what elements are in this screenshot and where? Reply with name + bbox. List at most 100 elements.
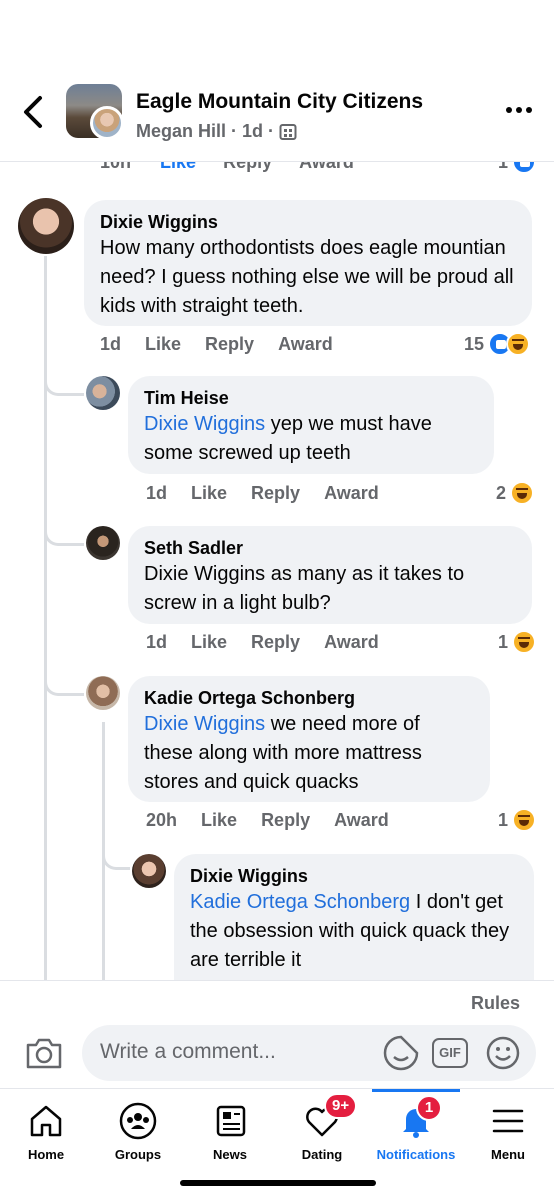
tab-notifications[interactable]: 1 Notifications xyxy=(370,1089,462,1169)
tab-home[interactable]: Home xyxy=(0,1089,92,1169)
reaction-count: 1 xyxy=(498,631,509,652)
haha-reaction-icon xyxy=(506,332,531,356)
haha-reaction-icon xyxy=(512,808,537,832)
reply-button[interactable]: Reply xyxy=(251,632,300,653)
previous-like-button[interactable]: Like xyxy=(160,162,196,172)
like-button[interactable]: Like xyxy=(191,483,227,504)
back-arrow-icon[interactable] xyxy=(18,92,50,132)
avatar[interactable] xyxy=(18,198,74,254)
avatar[interactable] xyxy=(86,526,120,560)
tab-label: Menu xyxy=(491,1147,525,1162)
mention-link[interactable]: Kadie Ortega Schonberg xyxy=(190,891,410,913)
reply-connector xyxy=(102,844,130,870)
menu-icon xyxy=(492,1109,524,1133)
tab-menu[interactable]: Menu xyxy=(462,1089,554,1169)
comment-input[interactable]: Write a comment... GIF xyxy=(82,1025,536,1081)
sticker-icon[interactable] xyxy=(382,1034,420,1072)
reaction-count: 15 xyxy=(464,333,485,354)
comment-actions: 1d Like Reply Award xyxy=(100,334,333,355)
previous-award-button[interactable]: Award xyxy=(299,162,354,172)
comment-text: Kadie Ortega Schonberg I don't get the o… xyxy=(190,888,518,975)
reply-connector xyxy=(44,368,84,396)
more-options-icon[interactable] xyxy=(504,100,534,120)
home-indicator xyxy=(180,1180,376,1186)
comment-text: How many orthodontists does eagle mounti… xyxy=(100,237,514,317)
comment-actions: 1d Like Reply Award xyxy=(146,483,379,504)
post-meta: Megan Hill · 1d · xyxy=(136,121,297,142)
comment-bubble: Tim Heise Dixie Wiggins yep we must have… xyxy=(128,376,494,474)
haha-reaction-icon xyxy=(510,481,535,505)
comment-author[interactable]: Dixie Wiggins xyxy=(100,210,516,234)
previous-reaction-count: 1 xyxy=(498,162,509,172)
haha-reaction-icon xyxy=(512,630,537,654)
post-author[interactable]: Megan Hill xyxy=(136,121,226,142)
dating-badge: 9+ xyxy=(324,1093,358,1119)
gif-icon[interactable]: GIF xyxy=(432,1038,468,1068)
comment-text: Dixie Wiggins yep we must have some scre… xyxy=(144,410,478,468)
home-icon xyxy=(30,1105,62,1137)
reply-connector xyxy=(44,516,84,546)
comment-author[interactable]: Seth Sadler xyxy=(144,536,516,560)
tab-label: Home xyxy=(27,1147,65,1162)
comment-bubble: Dixie Wiggins How many orthodontists doe… xyxy=(84,200,532,326)
tab-label: Dating xyxy=(301,1147,343,1162)
avatar[interactable] xyxy=(86,676,120,710)
award-button[interactable]: Award xyxy=(324,483,379,504)
camera-icon[interactable] xyxy=(24,1035,64,1071)
comment-time[interactable]: 1d xyxy=(146,632,167,653)
post-header: Eagle Mountain City Citizens Megan Hill … xyxy=(0,0,554,162)
rules-link[interactable]: Rules xyxy=(471,993,520,1014)
tab-label: News xyxy=(213,1147,247,1162)
separator: · xyxy=(231,121,238,141)
tab-dating[interactable]: 9+ Dating xyxy=(276,1089,368,1169)
comment-bubble: Kadie Ortega Schonberg Dixie Wiggins we … xyxy=(128,676,490,802)
comment-text: Dixie Wiggins we need more of these alon… xyxy=(144,710,474,797)
mention-link[interactable]: Dixie Wiggins xyxy=(144,413,265,435)
award-button[interactable]: Award xyxy=(324,632,379,653)
reaction-count: 1 xyxy=(498,809,509,830)
tab-label: Notifications xyxy=(376,1147,456,1162)
comment-bubble: Dixie Wiggins Kadie Ortega Schonberg I d… xyxy=(174,854,534,980)
avatar[interactable] xyxy=(86,376,120,410)
comment-thread: 10h Like Reply Award 1 Dixie Wiggins How… xyxy=(0,162,554,980)
comment-author[interactable]: Tim Heise xyxy=(144,386,478,410)
comment-author[interactable]: Dixie Wiggins xyxy=(190,864,518,888)
avatar[interactable] xyxy=(132,854,166,888)
groups-icon xyxy=(119,1102,157,1140)
reply-button[interactable]: Reply xyxy=(261,810,310,831)
tab-news[interactable]: News xyxy=(184,1089,276,1169)
group-name[interactable]: Eagle Mountain City Citizens xyxy=(136,90,423,114)
group-privacy-icon xyxy=(279,123,297,140)
reaction-summary[interactable]: 15 xyxy=(464,332,531,356)
separator: · xyxy=(268,121,275,141)
comment-time[interactable]: 1d xyxy=(146,483,167,504)
reaction-summary[interactable]: 2 xyxy=(496,481,535,505)
like-button[interactable]: Like xyxy=(201,810,237,831)
reaction-count: 2 xyxy=(496,482,507,503)
author-avatar[interactable] xyxy=(90,106,124,140)
comment-author[interactable]: Kadie Ortega Schonberg xyxy=(144,686,474,710)
like-reaction-icon xyxy=(512,162,536,174)
comment-bubble: Seth Sadler Dixie Wiggins as many as it … xyxy=(128,526,532,624)
tab-groups[interactable]: Groups xyxy=(92,1089,184,1169)
previous-time: 10h xyxy=(100,162,132,172)
mention-link[interactable]: Dixie Wiggins xyxy=(144,713,265,735)
thread-line xyxy=(44,256,47,980)
award-button[interactable]: Award xyxy=(278,334,333,355)
comment-time[interactable]: 1d xyxy=(100,334,121,355)
previous-comment-actions: 10h Like Reply Award 1 xyxy=(100,162,536,174)
reaction-summary[interactable]: 1 xyxy=(498,630,537,654)
previous-reply-button[interactable]: Reply xyxy=(223,162,272,172)
comment-actions: 1d Like Reply Award xyxy=(146,632,379,653)
reply-button[interactable]: Reply xyxy=(205,334,254,355)
emoji-icon[interactable] xyxy=(484,1034,522,1072)
comment-text: Dixie Wiggins as many as it takes to scr… xyxy=(144,563,465,614)
like-button[interactable]: Like xyxy=(191,632,227,653)
comment-time[interactable]: 20h xyxy=(146,810,177,831)
like-button[interactable]: Like xyxy=(145,334,181,355)
post-time[interactable]: 1d xyxy=(242,121,263,142)
reply-button[interactable]: Reply xyxy=(251,483,300,504)
reaction-summary[interactable]: 1 xyxy=(498,808,537,832)
comment-composer: Rules Write a comment... GIF xyxy=(0,980,554,1088)
award-button[interactable]: Award xyxy=(334,810,389,831)
